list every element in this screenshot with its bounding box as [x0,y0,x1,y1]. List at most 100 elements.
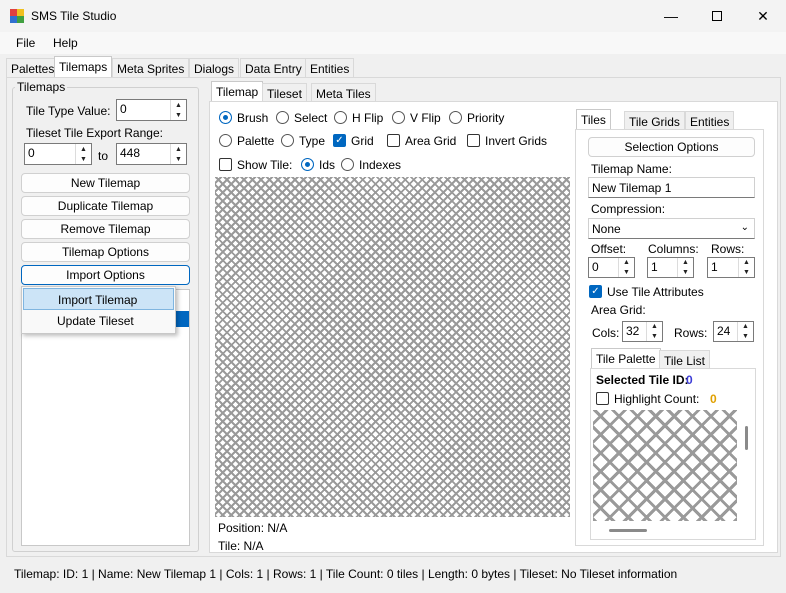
tilemap-canvas[interactable] [215,177,570,517]
compression-label: Compression: [591,202,666,216]
down-arrow-icon[interactable]: ▼ [76,154,91,164]
tile-palette-canvas[interactable] [593,410,737,521]
tilemap-name-field[interactable]: New Tilemap 1 [588,177,755,198]
cols-label: Cols: [592,326,620,340]
range-to-label: to [98,149,109,163]
tab-palettes[interactable]: Palettes [6,58,60,78]
ids-radio[interactable] [301,158,314,171]
indexes-label: Indexes [359,158,402,172]
down-arrow-icon[interactable]: ▼ [619,268,634,278]
selection-options-button[interactable]: Selection Options [588,137,755,157]
up-arrow-icon[interactable]: ▲ [619,258,634,268]
import-options-button[interactable]: Import Options [21,265,190,285]
range-to-stepper[interactable]: 448 ▲ ▼ [116,143,187,165]
offset-value: 0 [592,260,599,274]
down-arrow-icon[interactable]: ▼ [738,332,753,342]
status-bar: Tilemap: ID: 1 | Name: New Tilemap 1 | C… [14,567,678,581]
up-arrow-icon[interactable]: ▲ [647,322,662,332]
chevron-down-icon: ⌄ [740,222,749,233]
offset-stepper[interactable]: 0 ▲ ▼ [588,257,635,278]
close-icon[interactable]: ✕ [740,0,786,32]
horizontal-scrollbar[interactable] [609,529,647,532]
minimize-icon[interactable]: — [648,0,694,32]
up-arrow-icon[interactable]: ▲ [171,144,186,154]
down-arrow-icon[interactable]: ▼ [739,268,754,278]
hflip-radio[interactable] [334,111,347,124]
tab-tile-palette[interactable]: Tile Palette [591,348,661,370]
show-tile-label: Show Tile: [237,158,293,172]
down-arrow-icon[interactable]: ▼ [171,154,186,164]
new-tilemap-button[interactable]: New Tilemap [21,173,190,193]
invert-grids-label: Invert Grids [485,134,548,148]
vertical-scrollbar[interactable] [745,426,748,450]
tab-tilemaps[interactable]: Tilemaps [54,56,113,78]
export-range-label: Tileset Tile Export Range: [26,126,163,140]
tab-meta-sprites[interactable]: Meta Sprites [112,58,190,78]
tab-tilemap[interactable]: Tilemap [211,81,264,103]
area-cols-value: 32 [626,324,640,338]
duplicate-tilemap-button[interactable]: Duplicate Tilemap [21,196,190,216]
range-from-stepper[interactable]: 0 ▲ ▼ [24,143,92,165]
select-radio[interactable] [276,111,289,124]
up-arrow-icon[interactable]: ▲ [76,144,91,154]
down-arrow-icon[interactable]: ▼ [171,110,186,120]
priority-radio[interactable] [449,111,462,124]
grid-label: Grid [351,134,374,148]
tab-tile-grids[interactable]: Tile Grids [624,111,685,131]
rows-label: Rows: [711,242,745,256]
area-grid-checkbox[interactable] [387,134,400,147]
tab-entities[interactable]: Entities [305,58,355,78]
maximize-icon[interactable] [694,0,740,32]
down-arrow-icon[interactable]: ▼ [678,268,693,278]
type-radio[interactable] [281,134,294,147]
rows-value: 1 [711,260,718,274]
up-arrow-icon[interactable]: ▲ [171,100,186,110]
rows-stepper[interactable]: 1 ▲ ▼ [707,257,755,278]
tab-meta-tiles[interactable]: Meta Tiles [311,83,376,103]
indexes-radio[interactable] [341,158,354,171]
area-rows-stepper[interactable]: 24 ▲ ▼ [713,321,754,342]
app-icon [10,9,24,23]
tab-tile-list[interactable]: Tile List [659,350,710,370]
up-arrow-icon[interactable]: ▲ [678,258,693,268]
area-grid-label: Area Grid [405,134,457,148]
area-rows-label: Rows: [674,326,708,340]
vflip-radio[interactable] [392,111,405,124]
palette-label: Palette [237,134,275,148]
invert-grids-checkbox[interactable] [467,134,480,147]
select-label: Select [294,111,328,125]
type-label: Type [299,134,326,148]
compression-select[interactable]: None ⌄ [588,218,755,239]
tab-entities-right[interactable]: Entities [685,111,735,131]
tab-tileset[interactable]: Tileset [262,83,307,103]
use-tile-attributes-label: Use Tile Attributes [607,285,704,299]
tilemaps-group-title: Tilemaps [15,80,68,94]
highlight-count-value: 0 [710,392,717,406]
tab-tiles[interactable]: Tiles [576,109,611,131]
tile-type-stepper[interactable]: 0 ▲ ▼ [116,99,187,121]
down-arrow-icon[interactable]: ▼ [647,332,662,342]
up-arrow-icon[interactable]: ▲ [739,258,754,268]
menu-help[interactable]: Help [53,36,78,50]
columns-value: 1 [651,260,658,274]
selected-tile-value: 0 [686,373,693,387]
show-tile-checkbox[interactable] [219,158,232,171]
menu-file[interactable]: File [16,36,35,50]
position-readout: Position: N/A [218,521,288,535]
tilemap-options-button[interactable]: Tilemap Options [21,242,190,262]
use-tile-attributes-checkbox[interactable]: ✓ [589,285,602,298]
highlight-count-checkbox[interactable] [596,392,609,405]
hflip-label: H Flip [352,111,384,125]
remove-tilemap-button[interactable]: Remove Tilemap [21,219,190,239]
brush-radio[interactable] [219,111,232,124]
import-tilemap-menu-item[interactable]: Import Tilemap [23,288,174,310]
grid-checkbox[interactable]: ✓ [333,134,346,147]
columns-stepper[interactable]: 1 ▲ ▼ [647,257,694,278]
tab-dialogs[interactable]: Dialogs [189,58,240,78]
tab-data-entry[interactable]: Data Entry [240,58,307,78]
area-grid-section-label: Area Grid: [591,303,646,317]
area-cols-stepper[interactable]: 32 ▲ ▼ [622,321,663,342]
up-arrow-icon[interactable]: ▲ [738,322,753,332]
palette-radio[interactable] [219,134,232,147]
update-tileset-menu-item[interactable]: Update Tileset [23,310,174,332]
